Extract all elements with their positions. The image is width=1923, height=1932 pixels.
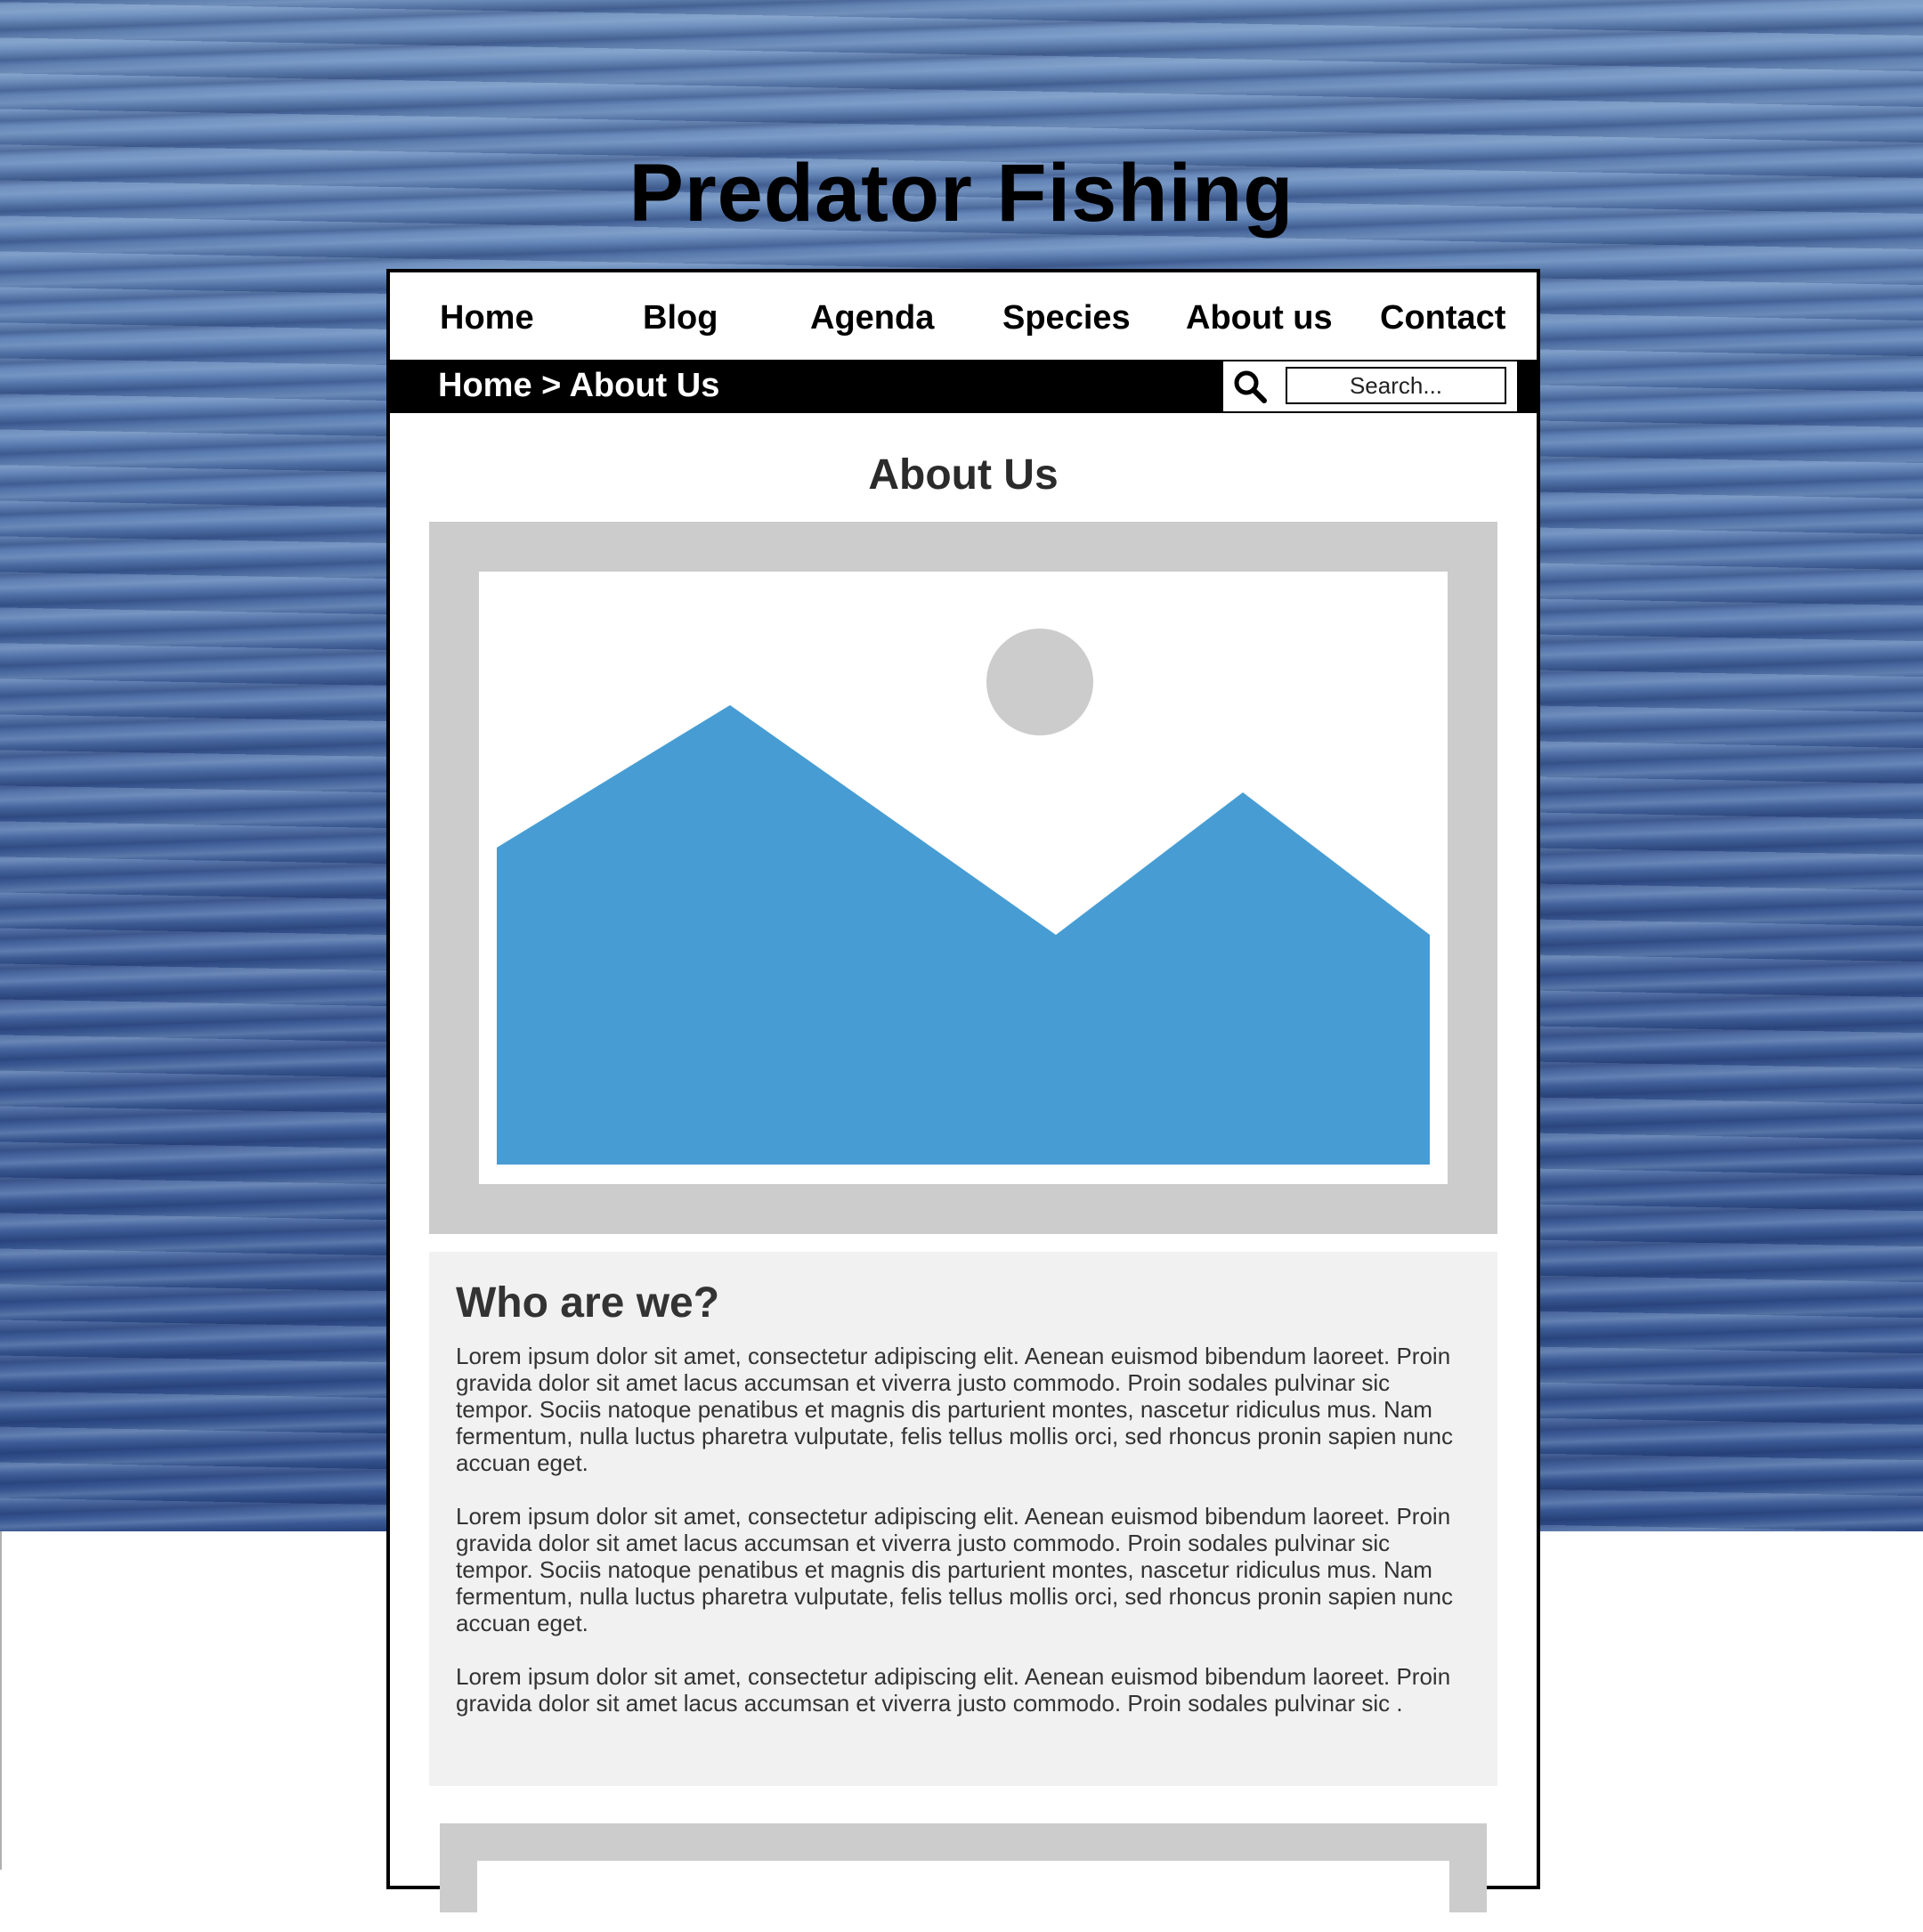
page-edge-rule (0, 1531, 2, 1870)
nav-contact[interactable]: Contact (1380, 299, 1505, 337)
nav-about-us[interactable]: About us (1186, 299, 1333, 337)
sun-icon (986, 629, 1093, 735)
second-image-inner (477, 1861, 1449, 1932)
site-title: Predator Fishing (629, 148, 1294, 239)
nav-blog[interactable]: Blog (643, 299, 718, 337)
second-image (440, 1823, 1487, 1932)
who-are-we-section: Who are we? Lorem ipsum dolor sit amet, … (429, 1252, 1497, 1786)
page-title: About Us (868, 451, 1059, 499)
paragraph-3: Lorem ipsum dolor sit amet, consectetur … (456, 1663, 1451, 1717)
search-box (1223, 361, 1517, 411)
nav-home[interactable]: Home (440, 299, 534, 337)
main-nav: Home Blog Agenda Species About us Contac… (390, 272, 1537, 358)
search-icon[interactable] (1232, 369, 1268, 404)
nav-species[interactable]: Species (1002, 299, 1131, 337)
breadcrumb[interactable]: Home > About Us (438, 367, 719, 405)
content-frame: Home Blog Agenda Species About us Contac… (386, 269, 1540, 1932)
search-input[interactable] (1286, 367, 1506, 404)
section-heading: Who are we? (456, 1279, 720, 1327)
mountains-icon (497, 705, 1430, 1165)
paragraph-1: Lorem ipsum dolor sit amet, consectetur … (456, 1343, 1454, 1476)
hero-image-inner (479, 572, 1448, 1184)
breadcrumb-bar: Home > About Us (386, 360, 1540, 413)
paragraph-2: Lorem ipsum dolor sit amet, consectetur … (456, 1503, 1454, 1636)
image-placeholder-icon (497, 629, 1430, 1165)
nav-agenda[interactable]: Agenda (810, 299, 934, 337)
hero-image (429, 522, 1497, 1234)
